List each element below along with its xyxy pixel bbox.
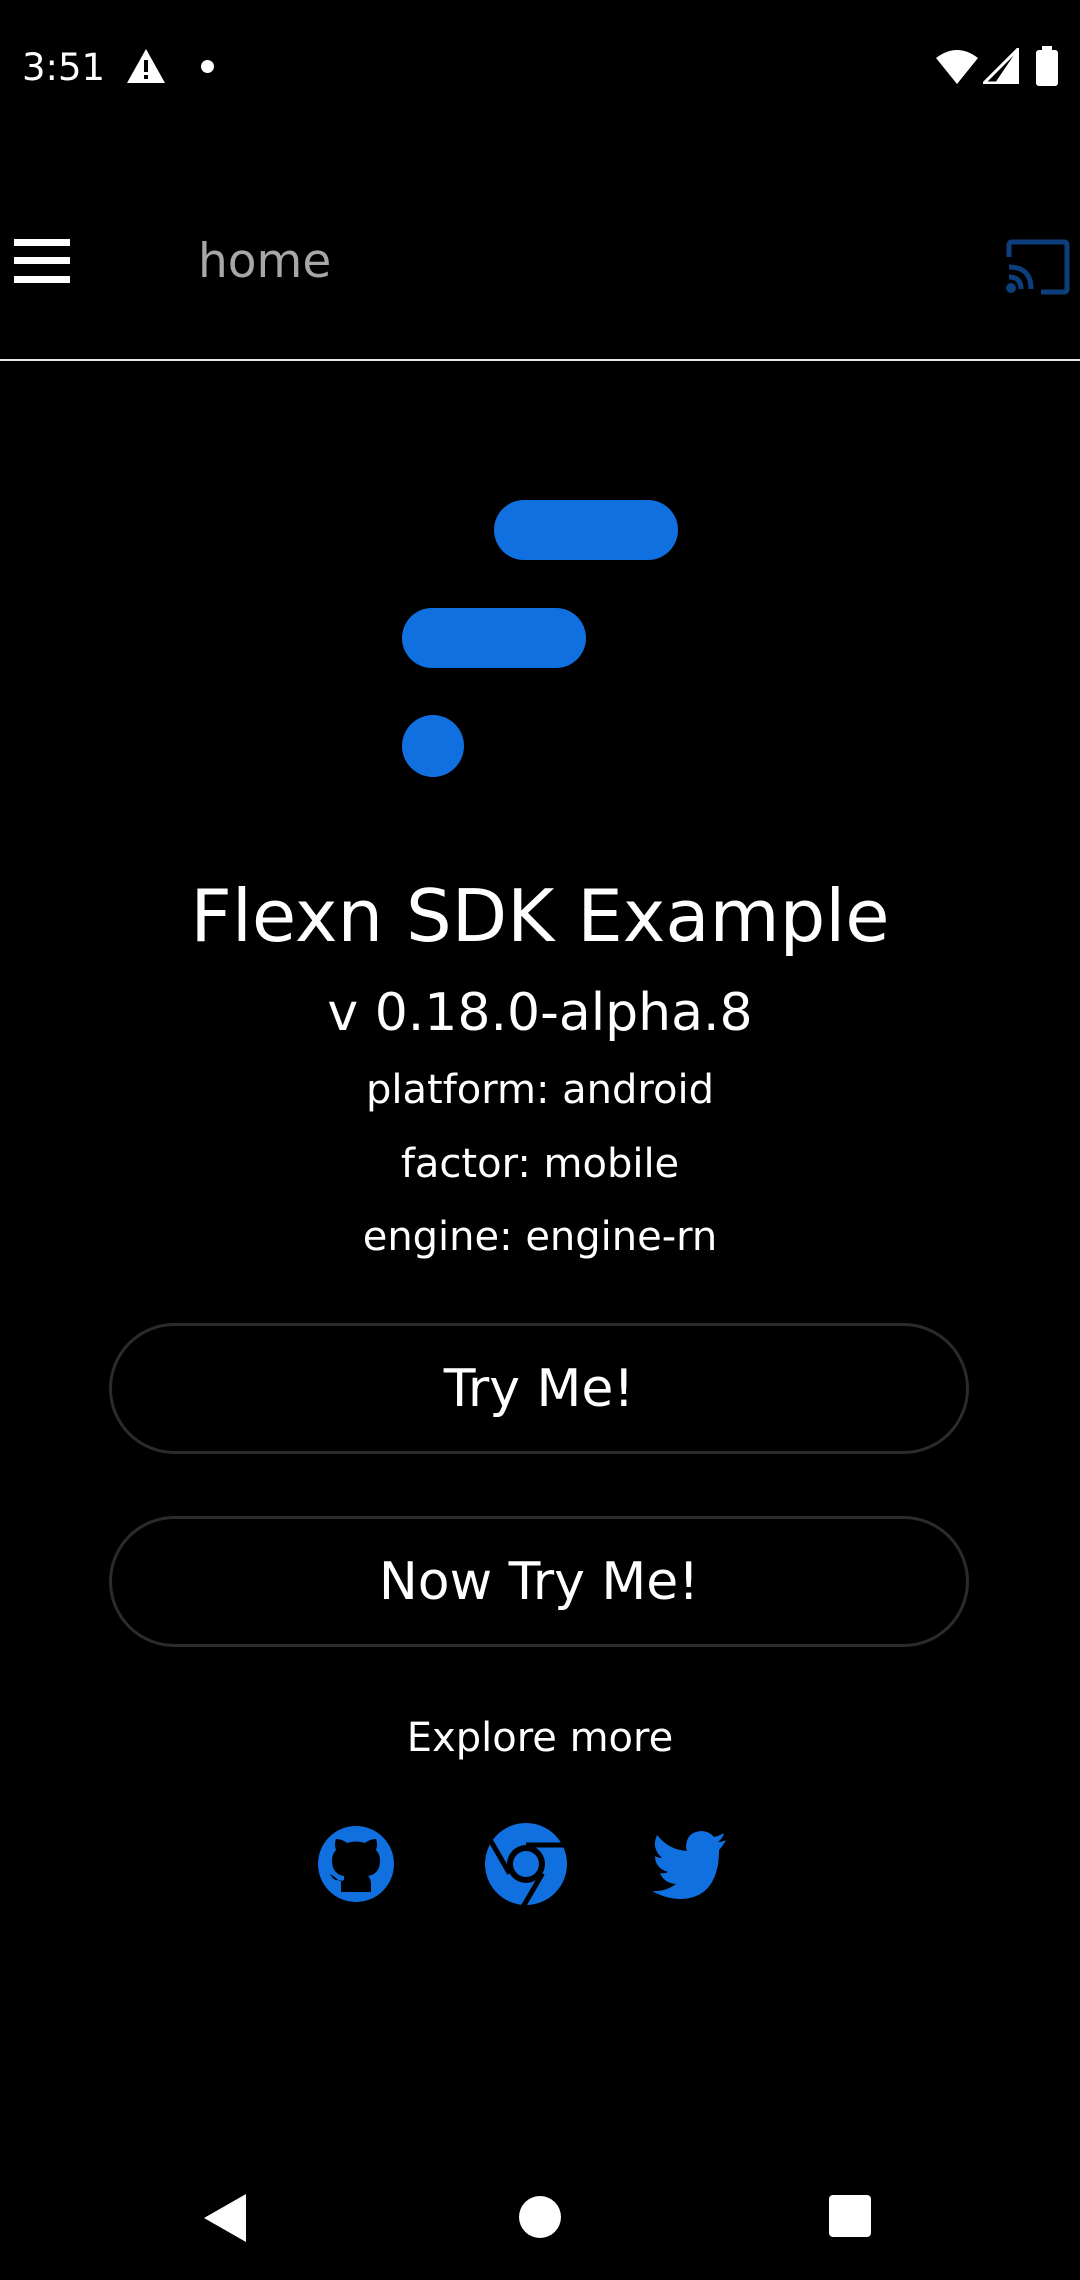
hamburger-menu-icon[interactable]	[14, 239, 70, 283]
twitter-icon[interactable]	[648, 1822, 732, 1906]
version-label: v 0.18.0-alpha.8	[327, 983, 753, 1043]
status-bar: 3:51	[0, 0, 1080, 135]
cast-icon[interactable]	[1005, 239, 1071, 295]
navigation-bar	[0, 2160, 1080, 2280]
try-me-button[interactable]: Try Me!	[109, 1323, 969, 1454]
explore-more-label: Explore more	[406, 1715, 674, 1761]
page-title: home	[198, 234, 332, 289]
app-bar: home	[0, 135, 1080, 361]
warning-icon	[127, 49, 165, 83]
home-icon[interactable]	[519, 2196, 561, 2238]
github-icon[interactable]	[314, 1822, 398, 1906]
wifi-icon	[936, 50, 978, 84]
status-time: 3:51	[22, 46, 106, 89]
platform-label: platform: android	[366, 1067, 714, 1113]
back-icon[interactable]	[202, 2192, 248, 2244]
cellular-signal-icon	[983, 48, 1019, 84]
flexn-logo	[402, 500, 678, 777]
app-bar-divider	[0, 359, 1080, 361]
notification-dot-icon	[201, 60, 214, 73]
now-try-me-button[interactable]: Now Try Me!	[109, 1516, 969, 1647]
battery-icon	[1036, 46, 1058, 86]
app-title: Flexn SDK Example	[190, 874, 890, 958]
recents-icon[interactable]	[829, 2195, 871, 2237]
engine-label: engine: engine-rn	[362, 1214, 718, 1260]
chrome-icon[interactable]	[484, 1822, 568, 1906]
factor-label: factor: mobile	[400, 1141, 680, 1187]
